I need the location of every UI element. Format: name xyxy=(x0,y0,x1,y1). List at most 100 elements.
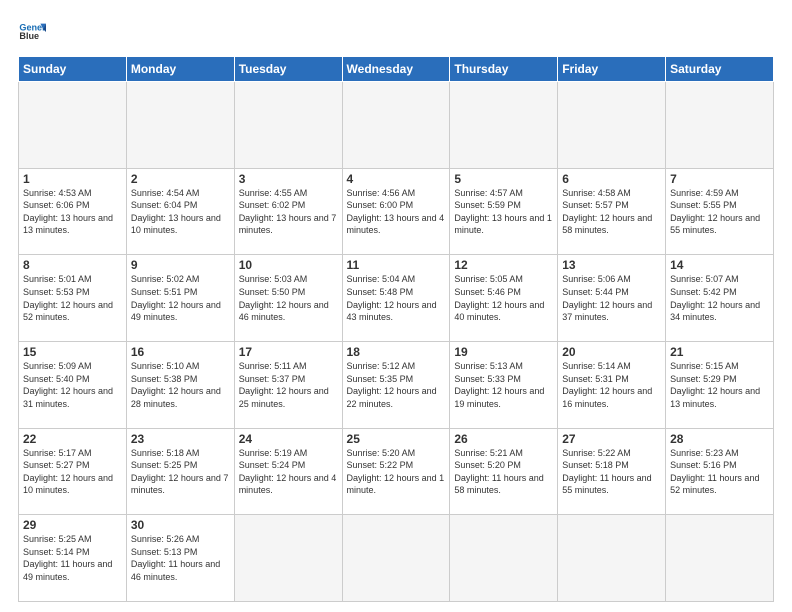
day-info: Sunrise: 4:57 AMSunset: 5:59 PMDaylight:… xyxy=(454,187,553,237)
day-info: Sunrise: 5:22 AMSunset: 5:18 PMDaylight:… xyxy=(562,447,661,497)
day-number: 3 xyxy=(239,172,338,186)
day-info: Sunrise: 5:06 AMSunset: 5:44 PMDaylight:… xyxy=(562,273,661,323)
calendar-day-cell xyxy=(342,82,450,169)
day-number: 19 xyxy=(454,345,553,359)
weekday-header: Friday xyxy=(558,57,666,82)
calendar-day-cell: 14 Sunrise: 5:07 AMSunset: 5:42 PMDaylig… xyxy=(666,255,774,342)
day-number: 11 xyxy=(347,258,446,272)
day-info: Sunrise: 5:23 AMSunset: 5:16 PMDaylight:… xyxy=(670,447,769,497)
day-info: Sunrise: 4:55 AMSunset: 6:02 PMDaylight:… xyxy=(239,187,338,237)
day-info: Sunrise: 5:05 AMSunset: 5:46 PMDaylight:… xyxy=(454,273,553,323)
calendar-day-cell: 10 Sunrise: 5:03 AMSunset: 5:50 PMDaylig… xyxy=(234,255,342,342)
calendar-day-cell: 5 Sunrise: 4:57 AMSunset: 5:59 PMDayligh… xyxy=(450,168,558,255)
day-number: 1 xyxy=(23,172,122,186)
calendar-day-cell: 4 Sunrise: 4:56 AMSunset: 6:00 PMDayligh… xyxy=(342,168,450,255)
day-info: Sunrise: 5:13 AMSunset: 5:33 PMDaylight:… xyxy=(454,360,553,410)
day-info: Sunrise: 4:56 AMSunset: 6:00 PMDaylight:… xyxy=(347,187,446,237)
calendar-day-cell: 26 Sunrise: 5:21 AMSunset: 5:20 PMDaylig… xyxy=(450,428,558,515)
calendar-day-cell: 30 Sunrise: 5:26 AMSunset: 5:13 PMDaylig… xyxy=(126,515,234,602)
day-info: Sunrise: 4:53 AMSunset: 6:06 PMDaylight:… xyxy=(23,187,122,237)
day-number: 24 xyxy=(239,432,338,446)
calendar-header-row: SundayMondayTuesdayWednesdayThursdayFrid… xyxy=(19,57,774,82)
calendar-day-cell xyxy=(234,515,342,602)
day-number: 12 xyxy=(454,258,553,272)
day-info: Sunrise: 5:03 AMSunset: 5:50 PMDaylight:… xyxy=(239,273,338,323)
logo: General Blue xyxy=(18,18,46,46)
day-info: Sunrise: 4:54 AMSunset: 6:04 PMDaylight:… xyxy=(131,187,230,237)
day-number: 7 xyxy=(670,172,769,186)
calendar-day-cell xyxy=(234,82,342,169)
day-info: Sunrise: 5:20 AMSunset: 5:22 PMDaylight:… xyxy=(347,447,446,497)
day-number: 23 xyxy=(131,432,230,446)
header: General Blue xyxy=(18,18,774,46)
day-info: Sunrise: 5:15 AMSunset: 5:29 PMDaylight:… xyxy=(670,360,769,410)
day-number: 4 xyxy=(347,172,446,186)
calendar-day-cell: 8 Sunrise: 5:01 AMSunset: 5:53 PMDayligh… xyxy=(19,255,127,342)
day-number: 16 xyxy=(131,345,230,359)
day-number: 21 xyxy=(670,345,769,359)
day-number: 5 xyxy=(454,172,553,186)
day-info: Sunrise: 5:19 AMSunset: 5:24 PMDaylight:… xyxy=(239,447,338,497)
day-number: 10 xyxy=(239,258,338,272)
calendar-table: SundayMondayTuesdayWednesdayThursdayFrid… xyxy=(18,56,774,602)
day-number: 9 xyxy=(131,258,230,272)
day-info: Sunrise: 5:09 AMSunset: 5:40 PMDaylight:… xyxy=(23,360,122,410)
day-number: 18 xyxy=(347,345,446,359)
calendar-week-row: 15 Sunrise: 5:09 AMSunset: 5:40 PMDaylig… xyxy=(19,341,774,428)
day-info: Sunrise: 5:11 AMSunset: 5:37 PMDaylight:… xyxy=(239,360,338,410)
calendar-day-cell: 7 Sunrise: 4:59 AMSunset: 5:55 PMDayligh… xyxy=(666,168,774,255)
day-number: 17 xyxy=(239,345,338,359)
day-number: 25 xyxy=(347,432,446,446)
day-number: 30 xyxy=(131,518,230,532)
weekday-header: Saturday xyxy=(666,57,774,82)
calendar-day-cell: 11 Sunrise: 5:04 AMSunset: 5:48 PMDaylig… xyxy=(342,255,450,342)
day-number: 29 xyxy=(23,518,122,532)
day-number: 8 xyxy=(23,258,122,272)
day-number: 14 xyxy=(670,258,769,272)
calendar-day-cell: 2 Sunrise: 4:54 AMSunset: 6:04 PMDayligh… xyxy=(126,168,234,255)
day-number: 26 xyxy=(454,432,553,446)
calendar-day-cell: 12 Sunrise: 5:05 AMSunset: 5:46 PMDaylig… xyxy=(450,255,558,342)
day-info: Sunrise: 5:12 AMSunset: 5:35 PMDaylight:… xyxy=(347,360,446,410)
calendar-day-cell: 28 Sunrise: 5:23 AMSunset: 5:16 PMDaylig… xyxy=(666,428,774,515)
day-info: Sunrise: 5:02 AMSunset: 5:51 PMDaylight:… xyxy=(131,273,230,323)
calendar-day-cell: 17 Sunrise: 5:11 AMSunset: 5:37 PMDaylig… xyxy=(234,341,342,428)
day-info: Sunrise: 5:04 AMSunset: 5:48 PMDaylight:… xyxy=(347,273,446,323)
weekday-header: Sunday xyxy=(19,57,127,82)
day-number: 22 xyxy=(23,432,122,446)
day-info: Sunrise: 5:10 AMSunset: 5:38 PMDaylight:… xyxy=(131,360,230,410)
calendar-day-cell xyxy=(558,515,666,602)
day-info: Sunrise: 4:59 AMSunset: 5:55 PMDaylight:… xyxy=(670,187,769,237)
day-number: 6 xyxy=(562,172,661,186)
calendar-day-cell: 20 Sunrise: 5:14 AMSunset: 5:31 PMDaylig… xyxy=(558,341,666,428)
calendar-day-cell: 19 Sunrise: 5:13 AMSunset: 5:33 PMDaylig… xyxy=(450,341,558,428)
day-info: Sunrise: 5:01 AMSunset: 5:53 PMDaylight:… xyxy=(23,273,122,323)
day-info: Sunrise: 5:18 AMSunset: 5:25 PMDaylight:… xyxy=(131,447,230,497)
calendar-day-cell: 9 Sunrise: 5:02 AMSunset: 5:51 PMDayligh… xyxy=(126,255,234,342)
page: General Blue SundayMondayTuesdayWednesda… xyxy=(0,0,792,612)
calendar-day-cell: 29 Sunrise: 5:25 AMSunset: 5:14 PMDaylig… xyxy=(19,515,127,602)
weekday-header: Thursday xyxy=(450,57,558,82)
calendar-day-cell: 27 Sunrise: 5:22 AMSunset: 5:18 PMDaylig… xyxy=(558,428,666,515)
day-info: Sunrise: 4:58 AMSunset: 5:57 PMDaylight:… xyxy=(562,187,661,237)
day-info: Sunrise: 5:21 AMSunset: 5:20 PMDaylight:… xyxy=(454,447,553,497)
calendar-day-cell: 16 Sunrise: 5:10 AMSunset: 5:38 PMDaylig… xyxy=(126,341,234,428)
day-info: Sunrise: 5:26 AMSunset: 5:13 PMDaylight:… xyxy=(131,533,230,583)
day-number: 13 xyxy=(562,258,661,272)
day-number: 27 xyxy=(562,432,661,446)
logo-icon: General Blue xyxy=(18,18,46,46)
calendar-week-row: 8 Sunrise: 5:01 AMSunset: 5:53 PMDayligh… xyxy=(19,255,774,342)
calendar-day-cell: 13 Sunrise: 5:06 AMSunset: 5:44 PMDaylig… xyxy=(558,255,666,342)
calendar-day-cell: 24 Sunrise: 5:19 AMSunset: 5:24 PMDaylig… xyxy=(234,428,342,515)
day-number: 28 xyxy=(670,432,769,446)
day-info: Sunrise: 5:17 AMSunset: 5:27 PMDaylight:… xyxy=(23,447,122,497)
calendar-day-cell xyxy=(666,82,774,169)
calendar-day-cell: 25 Sunrise: 5:20 AMSunset: 5:22 PMDaylig… xyxy=(342,428,450,515)
calendar-day-cell: 6 Sunrise: 4:58 AMSunset: 5:57 PMDayligh… xyxy=(558,168,666,255)
calendar-week-row: 1 Sunrise: 4:53 AMSunset: 6:06 PMDayligh… xyxy=(19,168,774,255)
calendar-day-cell: 3 Sunrise: 4:55 AMSunset: 6:02 PMDayligh… xyxy=(234,168,342,255)
weekday-header: Wednesday xyxy=(342,57,450,82)
day-number: 2 xyxy=(131,172,230,186)
weekday-header: Monday xyxy=(126,57,234,82)
day-info: Sunrise: 5:25 AMSunset: 5:14 PMDaylight:… xyxy=(23,533,122,583)
